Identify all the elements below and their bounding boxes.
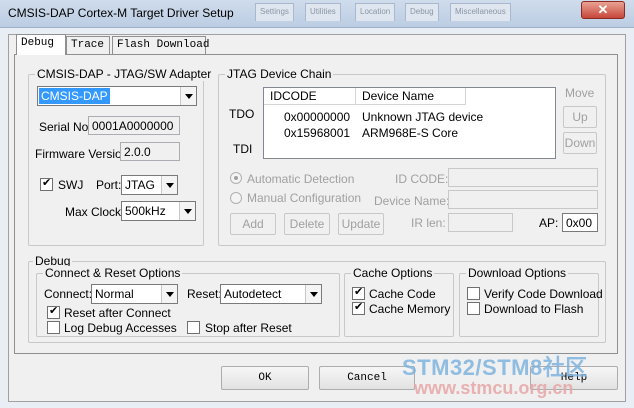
move-up-button[interactable]: Up xyxy=(563,106,597,128)
tab-debug[interactable]: Debug xyxy=(16,34,66,55)
id-code-label: ID CODE: xyxy=(395,172,449,186)
maxclock-label: Max Clock: xyxy=(65,205,125,219)
chevron-down-icon xyxy=(161,285,177,303)
device-name-field[interactable] xyxy=(448,190,598,209)
auto-detection-radio[interactable] xyxy=(230,172,242,184)
tab-trace[interactable]: Trace xyxy=(66,36,110,54)
cache-code-label: Cache Code xyxy=(369,287,436,301)
connect-reset-title: Connect & Reset Options xyxy=(43,266,183,280)
tab-flash-download[interactable]: Flash Download xyxy=(112,36,209,54)
chevron-down-icon xyxy=(179,202,195,220)
row-1-idcode[interactable]: 0x00000000 xyxy=(284,110,350,124)
id-code-field[interactable] xyxy=(448,168,598,187)
delete-button[interactable]: Delete xyxy=(284,213,330,235)
firmware-label: Firmware Version: xyxy=(35,147,132,161)
bg-tab-utilities: Utilities xyxy=(305,3,341,21)
verify-download-checkbox[interactable] xyxy=(467,287,480,300)
cache-memory-label: Cache Memory xyxy=(369,302,451,316)
tdi-label: TDI xyxy=(233,142,253,156)
move-label: Move xyxy=(565,86,595,100)
reset-label: Reset: xyxy=(187,287,222,301)
download-to-flash-label: Download to Flash xyxy=(484,302,584,316)
maxclock-select[interactable]: 500kHz xyxy=(121,201,196,221)
tdo-label: TDO xyxy=(229,107,255,121)
download-to-flash-checkbox[interactable] xyxy=(467,302,480,315)
ap-field[interactable]: 0x00 xyxy=(562,213,598,232)
bg-tab-debug: Debug xyxy=(405,3,439,21)
move-down-button[interactable]: Down xyxy=(563,132,597,154)
background-tabs: Settings Utilities Location Debug Miscel… xyxy=(255,3,525,21)
column-header-device-name[interactable]: Device Name xyxy=(356,88,466,105)
watermark-url: www.stmcu.org.cn xyxy=(414,378,574,398)
row-2-device-name[interactable]: ARM968E-S Core xyxy=(362,126,458,140)
download-options-title: Download Options xyxy=(466,266,569,280)
verify-download-label: Verify Code Download xyxy=(484,287,603,301)
close-icon: ✕ xyxy=(597,2,609,17)
connect-select-value: Normal xyxy=(95,287,134,301)
reset-after-connect-checkbox[interactable] xyxy=(47,304,60,319)
chevron-down-icon xyxy=(161,176,177,194)
adapter-select[interactable]: CMSIS-DAP xyxy=(37,86,197,106)
device-name-label: Device Name: xyxy=(374,194,450,208)
ap-label: AP: xyxy=(539,216,559,230)
update-button[interactable]: Update xyxy=(338,213,384,235)
serial-label: Serial No: xyxy=(39,120,92,134)
adapter-group-title: CMSIS-DAP - JTAG/SW Adapter xyxy=(35,67,214,81)
log-debug-checkbox[interactable] xyxy=(47,321,60,334)
serial-field: 0001A0000000 xyxy=(88,116,180,135)
chevron-down-icon xyxy=(305,285,321,303)
bg-tab-location: Location xyxy=(355,3,396,21)
cancel-button[interactable]: Cancel xyxy=(319,366,415,390)
firmware-field: 2.0.0 xyxy=(120,142,180,161)
bg-tab-settings: Settings xyxy=(255,3,294,21)
cache-code-checkbox[interactable] xyxy=(352,285,365,300)
window-title: CMSIS-DAP Cortex-M Target Driver Setup xyxy=(8,6,234,20)
adapter-select-value: CMSIS-DAP xyxy=(39,88,110,104)
maxclock-select-value: 500kHz xyxy=(125,204,166,218)
port-select-value: JTAG xyxy=(125,178,155,192)
swj-label: SWJ xyxy=(58,178,84,192)
row-1-device-name[interactable]: Unknown JTAG device xyxy=(362,110,483,124)
jtag-group-title: JTAG Device Chain xyxy=(225,67,334,81)
manual-config-radio[interactable] xyxy=(230,192,242,204)
column-header-idcode[interactable]: IDCODE xyxy=(264,88,356,105)
ir-len-label: IR len: xyxy=(411,216,446,230)
ok-button[interactable]: OK xyxy=(221,366,309,390)
jtag-device-list[interactable]: IDCODE Device Name 0x00000000 Unknown JT… xyxy=(263,87,556,159)
log-debug-label: Log Debug Accesses xyxy=(64,321,177,335)
port-label: Port: xyxy=(96,178,122,192)
reset-select-value: Autodetect xyxy=(224,287,282,301)
connect-label: Connect: xyxy=(44,287,93,301)
ir-len-field[interactable] xyxy=(448,213,513,232)
row-2-idcode[interactable]: 0x15968001 xyxy=(284,126,350,140)
chevron-down-icon xyxy=(180,87,196,105)
swj-checkbox[interactable] xyxy=(40,176,53,191)
reset-after-connect-label: Reset after Connect xyxy=(64,306,171,320)
add-button[interactable]: Add xyxy=(230,213,276,235)
stop-after-reset-label: Stop after Reset xyxy=(205,321,292,335)
reset-select[interactable]: Autodetect xyxy=(220,284,322,304)
cache-memory-checkbox[interactable] xyxy=(352,300,365,315)
cache-options-title: Cache Options xyxy=(351,266,435,280)
auto-detection-label: Automatic Detection xyxy=(247,172,355,186)
port-select[interactable]: JTAG xyxy=(121,175,178,195)
stop-after-reset-checkbox[interactable] xyxy=(187,321,200,334)
bg-tab-misc: Miscellaneous xyxy=(450,3,511,21)
manual-config-label: Manual Configuration xyxy=(247,191,362,205)
connect-select[interactable]: Normal xyxy=(91,284,178,304)
close-button[interactable]: ✕ xyxy=(581,1,625,19)
